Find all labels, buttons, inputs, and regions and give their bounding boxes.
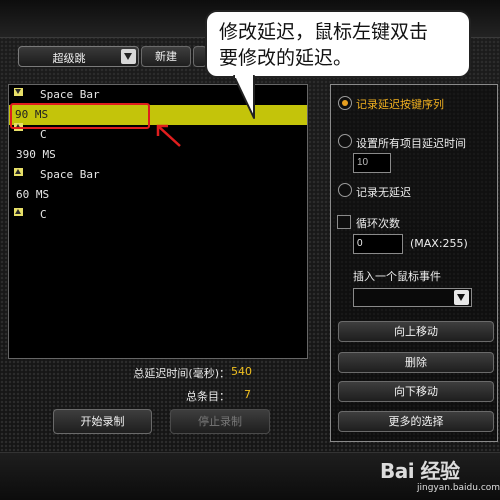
loop-count-input[interactable]: 0 — [353, 234, 403, 254]
chevron-down-icon[interactable] — [121, 49, 136, 64]
key-up-icon — [14, 168, 23, 176]
more-options-button[interactable]: 更多的选择 — [338, 411, 494, 432]
callout-line-1: 修改延迟，鼠标左键双击 — [219, 21, 429, 43]
instruction-callout: 修改延迟，鼠标左键双击 要修改的延迟。 — [205, 10, 471, 78]
set-all-delay-radio[interactable] — [338, 134, 352, 148]
move-down-button[interactable]: 向下移动 — [338, 381, 494, 402]
set-all-delay-label[interactable]: 设置所有项目延迟时间 — [356, 135, 466, 151]
baidu-watermark: Bai 经验 jingyan.baidu.com — [380, 455, 500, 497]
no-delay-label[interactable]: 记录无延迟 — [356, 184, 411, 200]
total-items-label: 总条目： — [186, 390, 230, 403]
list-item[interactable]: Space Bar — [9, 165, 307, 185]
watermark-url: jingyan.baidu.com — [417, 483, 500, 493]
mouse-event-select[interactable] — [353, 288, 472, 307]
total-delay-value: 540 — [231, 365, 252, 378]
profile-select[interactable]: 超级跳 — [18, 46, 139, 67]
record-delay-label[interactable]: 记录延迟按键序列 — [356, 96, 444, 112]
record-delay-radio[interactable] — [338, 96, 352, 110]
key-down-icon — [14, 88, 23, 96]
no-delay-radio[interactable] — [338, 183, 352, 197]
stop-record-button[interactable]: 停止录制 — [170, 409, 270, 434]
callout-tail — [233, 74, 255, 119]
callout-line-2: 要修改的延迟。 — [219, 47, 353, 69]
loop-count-label[interactable]: 循环次数 — [356, 215, 400, 231]
key-up-icon — [14, 208, 23, 216]
watermark-logo-text: Bai 经验 — [380, 459, 460, 483]
total-delay-label: 总延迟时间(毫秒)： — [133, 367, 230, 380]
loop-max-label: (MAX:255) — [410, 237, 468, 250]
list-item[interactable]: 60 MS — [9, 185, 307, 205]
chevron-down-icon[interactable] — [454, 290, 469, 305]
move-up-button[interactable]: 向上移动 — [338, 321, 494, 342]
total-items-value: 7 — [244, 388, 251, 401]
start-record-button[interactable]: 开始录制 — [53, 409, 152, 434]
new-button[interactable]: 新建 — [141, 46, 191, 67]
annotation-arrow-icon — [156, 124, 181, 147]
list-item[interactable]: C — [9, 205, 307, 225]
delay-time-input[interactable]: 10 — [353, 153, 391, 173]
profile-select-value: 超级跳 — [52, 52, 86, 65]
delete-button[interactable]: 删除 — [338, 352, 494, 373]
insert-mouse-event-label: 插入一个鼠标事件 — [353, 270, 441, 283]
annotation-highlight-box — [10, 103, 150, 129]
loop-checkbox[interactable] — [337, 215, 351, 229]
